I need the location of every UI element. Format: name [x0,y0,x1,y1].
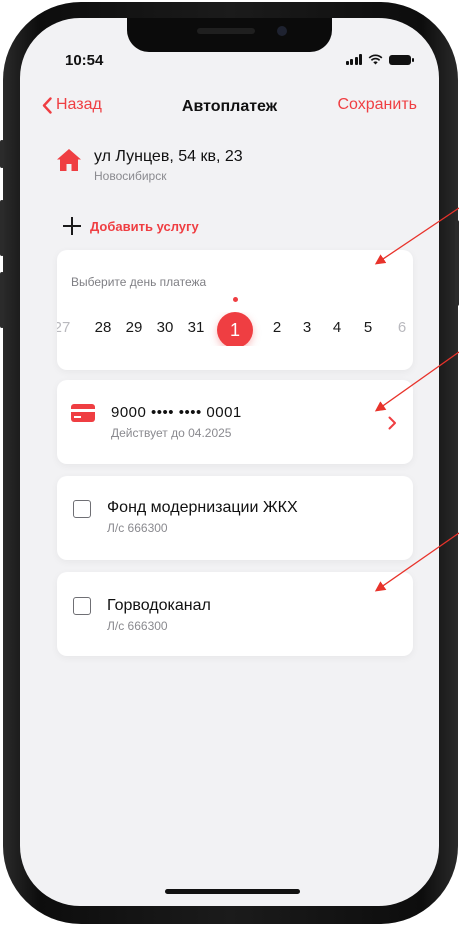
day-option[interactable]: 5 [355,319,381,336]
mute-switch [0,140,4,168]
service-info: Горводоканал Л/с 666300 [107,597,211,633]
service-info: Фонд модернизации ЖКХ Л/с 666300 [107,499,298,535]
wifi-icon [368,54,383,65]
service-name: Горводоканал [107,597,211,614]
card-expiry: Действует до 04.2025 [111,426,232,440]
card-number: 9000 •••• •••• 0001 [111,404,242,421]
service-row[interactable]: Фонд модернизации ЖКХ Л/с 666300 [57,476,413,560]
card-info: 9000 •••• •••• 0001 Действует до 04.2025 [111,404,242,440]
credit-card-icon [71,404,95,422]
payment-day-card: Выберите день платежа 27 28 29 30 31 1 2… [57,250,413,370]
day-option[interactable]: 28 [90,319,116,336]
status-time: 10:54 [65,52,104,69]
add-service-button[interactable]: Добавить услугу [62,216,199,236]
service-checkbox[interactable] [73,597,91,615]
day-picker[interactable]: 27 28 29 30 31 1 2 3 4 5 6 [57,312,413,346]
phone-screen: 10:54 Назад Автоплатеж Сохранить ул Лунц… [20,18,439,906]
payment-day-label: Выберите день платежа [71,275,207,289]
address-city: Новосибирск [94,169,167,183]
day-option[interactable]: 31 [183,319,209,336]
power-button [455,220,459,306]
signal-icon [345,54,362,65]
service-name: Фонд модернизации ЖКХ [107,499,298,516]
chevron-right-icon [388,416,396,430]
day-option[interactable]: 29 [121,319,147,336]
day-option[interactable]: 3 [294,319,320,336]
add-service-label: Добавить услугу [90,218,199,234]
day-option[interactable]: 27 [57,319,75,336]
battery-icon [389,54,414,65]
address-block: ул Лунцев, 54 кв, 23 Новосибирск [56,148,243,183]
service-checkbox[interactable] [73,500,91,518]
speaker [197,28,255,34]
payment-card-row[interactable]: 9000 •••• •••• 0001 Действует до 04.2025 [57,380,413,464]
house-icon [57,149,81,171]
day-option-selected[interactable]: 1 [217,312,253,346]
plus-icon [63,217,81,235]
day-option[interactable]: 6 [389,319,413,336]
home-indicator [165,889,300,894]
nav-bar: Назад Автоплатеж Сохранить [20,96,439,118]
volume-down-button [0,272,4,328]
status-icons [345,54,414,65]
service-row[interactable]: Горводоканал Л/с 666300 [57,572,413,656]
service-account: Л/с 666300 [107,619,168,633]
address-street: ул Лунцев, 54 кв, 23 [94,148,243,165]
notch [127,18,332,52]
front-camera [277,26,287,36]
day-option[interactable]: 30 [152,319,178,336]
save-button[interactable]: Сохранить [337,96,417,114]
volume-up-button [0,200,4,256]
day-option[interactable]: 2 [264,319,290,336]
day-option[interactable]: 4 [324,319,350,336]
today-marker [233,297,238,302]
service-account: Л/с 666300 [107,521,168,535]
